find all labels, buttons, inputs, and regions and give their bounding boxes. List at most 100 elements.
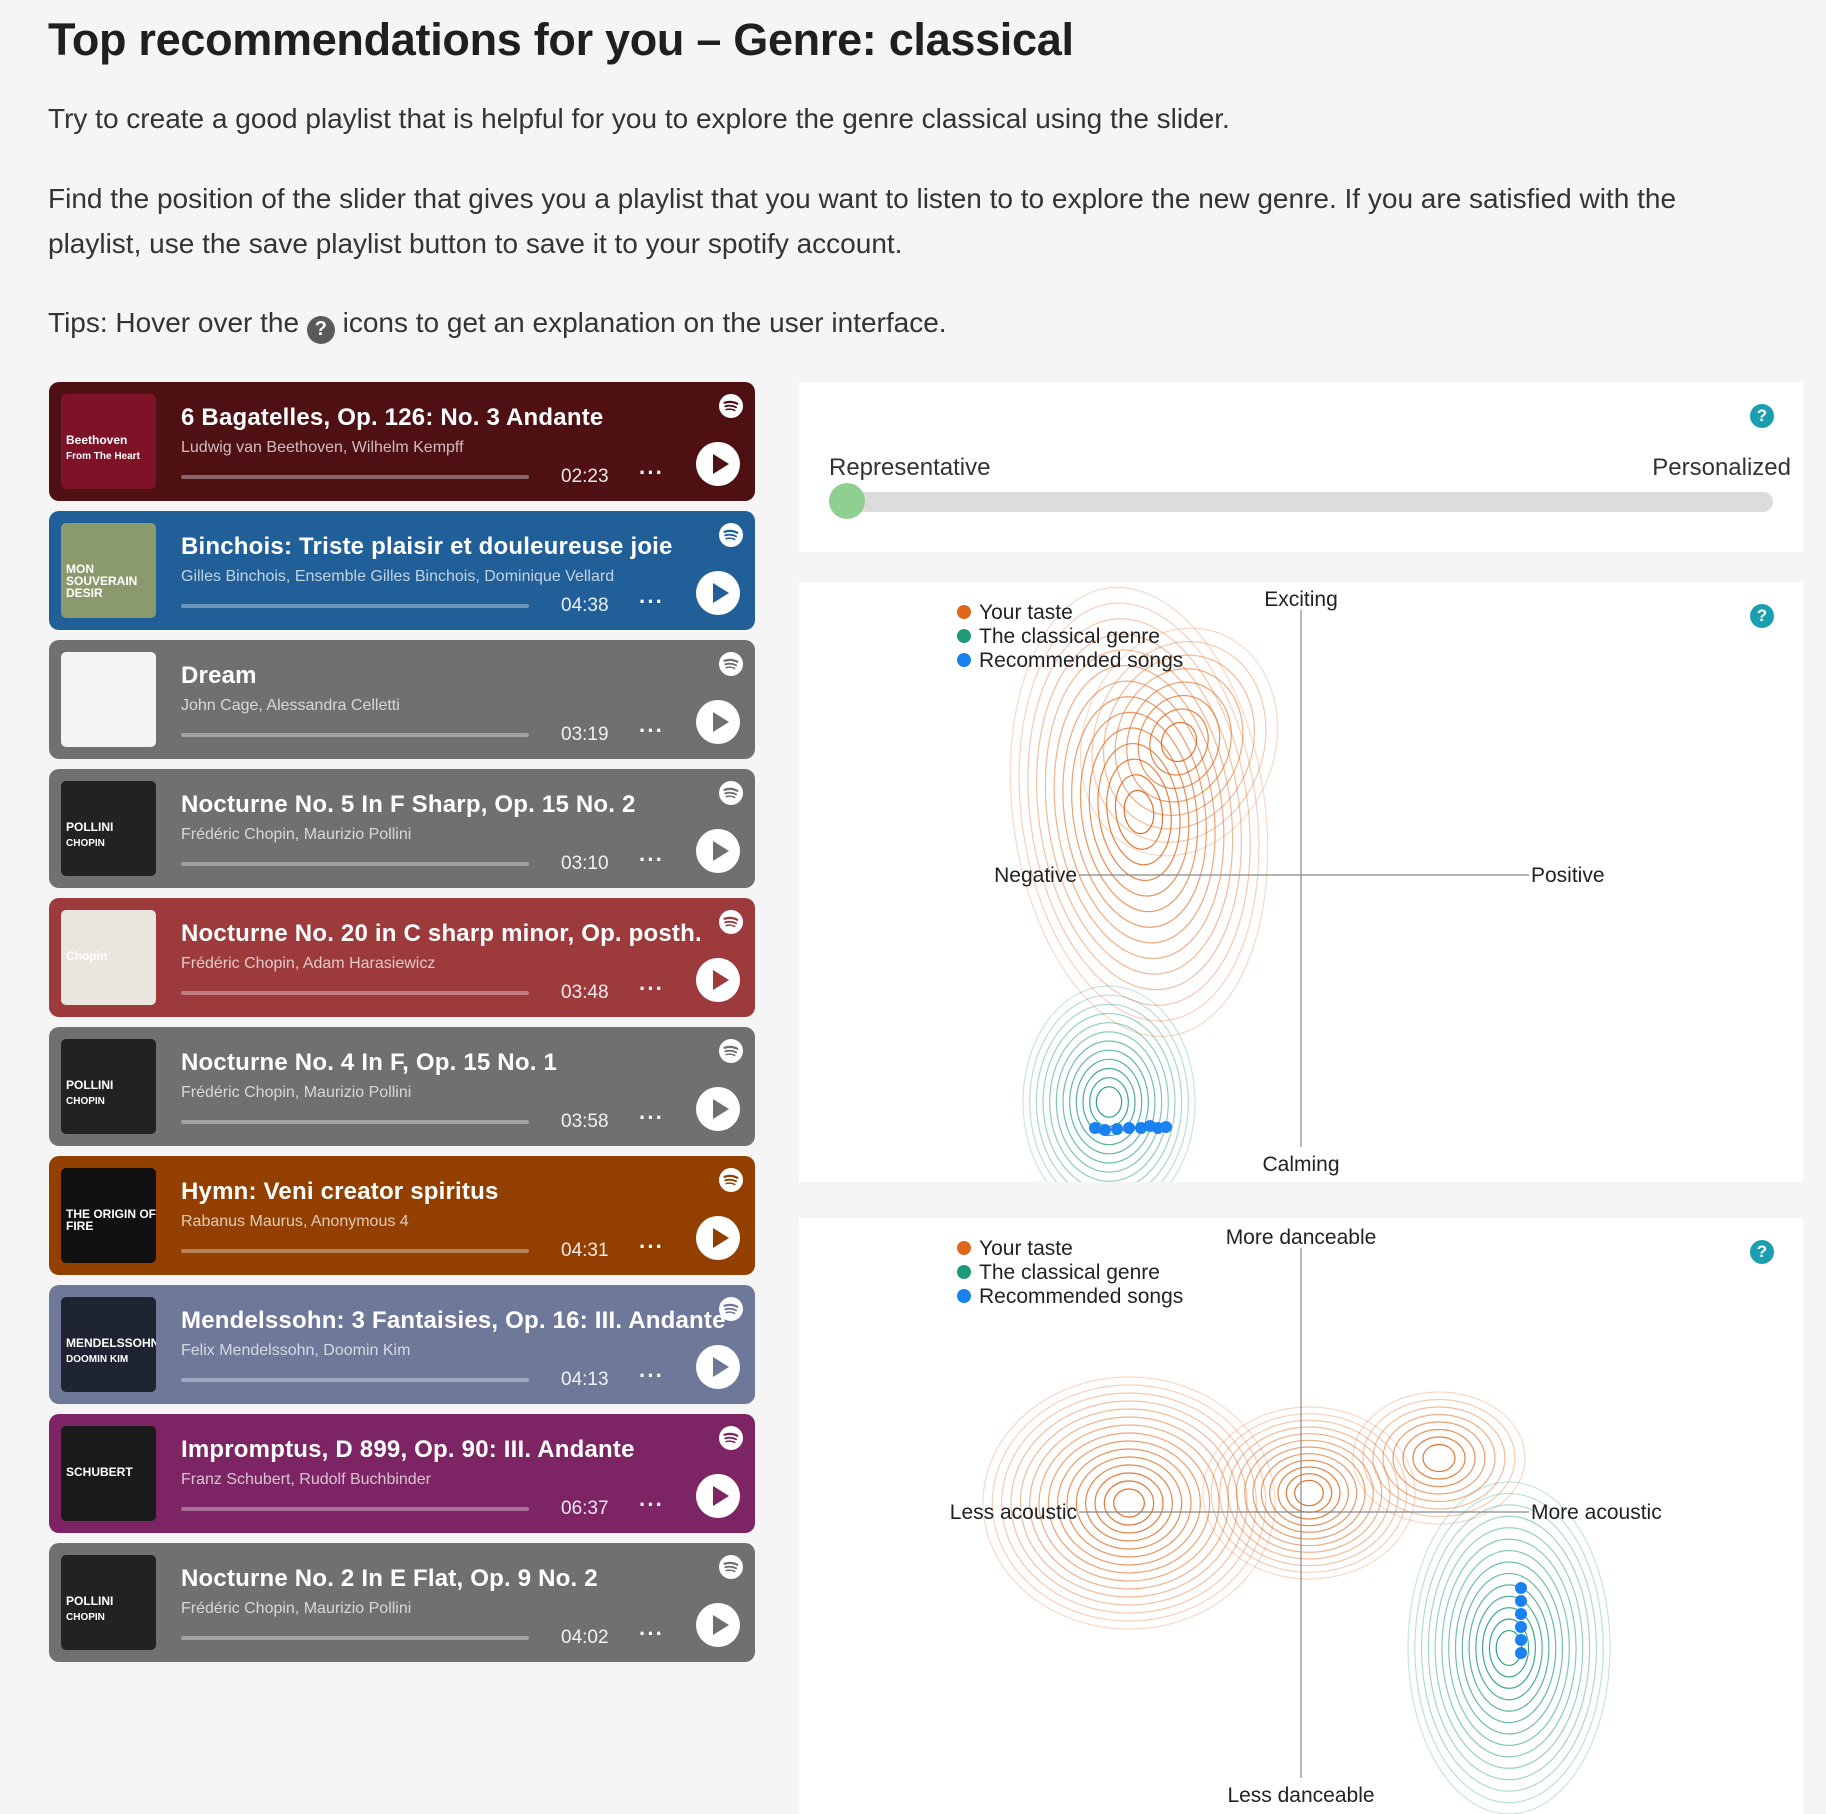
track-card[interactable]: SCHUBERT Impromptus, D 899, Op. 90: III.… [49,1414,755,1533]
spotify-icon[interactable] [719,1168,743,1192]
progress-bar[interactable] [181,1378,529,1382]
track-card[interactable]: Chopin Nocturne No. 20 in C sharp minor,… [49,898,755,1017]
help-icon[interactable]: ? [306,315,335,344]
cover-text: THE ORIGIN OF FIRE [66,1207,156,1233]
track-card[interactable]: POLLINI CHOPIN Nocturne No. 4 In F, Op. … [49,1027,755,1146]
recommended-point [1515,1647,1527,1659]
help-icon[interactable]: ? [1750,404,1774,428]
play-button[interactable] [696,829,740,873]
progress-bar[interactable] [181,475,529,479]
tips-before: Tips: Hover over the [48,307,300,338]
progress-bar[interactable] [181,991,529,995]
taste-contour [1235,1433,1383,1553]
more-options-button[interactable]: ··· [639,460,664,486]
taste-contour [1277,1466,1341,1520]
more-options-button[interactable]: ··· [639,976,664,1002]
track-card[interactable]: Dream John Cage, Alessandra Celletti 03:… [49,640,755,759]
track-card[interactable]: MENDELSSOHN DOOMIN KIM Mendelssohn: 3 Fa… [49,1285,755,1404]
cover-text: Chopin [66,949,108,963]
track-title: Nocturne No. 20 in C sharp minor, Op. po… [181,920,702,947]
track-artist: Frédéric Chopin, Adam Harasiewicz [181,955,436,972]
more-options-button[interactable]: ··· [639,589,664,615]
track-artist: John Cage, Alessandra Celletti [181,697,400,714]
more-options-button[interactable]: ··· [639,847,664,873]
album-cover: POLLINI CHOPIN [61,1039,156,1134]
taste-contour [1053,664,1225,960]
track-duration: 04:38 [561,595,609,616]
recommended-point [1099,1124,1111,1136]
track-card[interactable]: THE ORIGIN OF FIRE Hymn: Veni creator sp… [49,1156,755,1275]
track-duration: 03:48 [561,982,609,1003]
more-options-button[interactable]: ··· [639,1105,664,1131]
progress-bar[interactable] [181,1120,529,1124]
slider-right-label: Personalized [1652,454,1791,481]
taste-contour [1392,1421,1486,1495]
help-icon[interactable]: ? [1750,604,1774,628]
cover-text: POLLINI [66,820,114,834]
track-duration: 04:02 [561,1627,609,1648]
genre-contour [1407,1481,1611,1814]
spotify-icon[interactable] [719,781,743,805]
track-artist: Frédéric Chopin, Maurizio Pollini [181,826,412,843]
spotify-icon[interactable] [719,910,743,934]
play-button[interactable] [696,442,740,486]
recommended-point [1515,1621,1527,1633]
album-cover: POLLINI CHOPIN [61,781,156,876]
legend-label: Recommended songs [979,649,1183,672]
taste-contour [1126,681,1232,803]
legend-label: Your taste [979,601,1073,624]
spotify-icon[interactable] [719,1426,743,1450]
spotify-icon[interactable] [719,1555,743,1579]
progress-bar[interactable] [181,1507,529,1511]
track-card[interactable]: POLLINI CHOPIN Nocturne No. 2 In E Flat,… [49,1543,755,1662]
track-card[interactable]: Beethoven From The Heart 6 Bagatelles, O… [49,382,755,501]
taste-contour [1244,1439,1374,1547]
taste-contour [1085,1464,1173,1542]
play-icon [713,454,729,474]
more-options-button[interactable]: ··· [639,1492,664,1518]
play-button[interactable] [696,1474,740,1518]
play-icon [713,1486,729,1506]
track-card[interactable]: POLLINI CHOPIN Nocturne No. 5 In F Sharp… [49,769,755,888]
play-button[interactable] [696,700,740,744]
taste-contour [1382,1413,1496,1503]
more-options-button[interactable]: ··· [639,1621,664,1647]
cover-subtext: CHOPIN [66,1096,105,1107]
track-list: Beethoven From The Heart 6 Bagatelles, O… [49,382,755,1672]
play-button[interactable] [696,571,740,615]
spotify-icon[interactable] [719,1297,743,1321]
progress-bar[interactable] [181,1249,529,1253]
spotify-icon[interactable] [719,523,743,547]
instructions-text: Find the position of the slider that giv… [48,183,1677,259]
track-title: Dream [181,662,257,689]
spotify-icon[interactable] [719,652,743,676]
track-artist: Frédéric Chopin, Maurizio Pollini [181,1084,412,1101]
slider-track[interactable] [829,492,1773,512]
track-card[interactable]: MON SOUVERAIN DESIR Binchois: Triste pla… [49,511,755,630]
spotify-icon[interactable] [719,1039,743,1063]
track-duration: 03:19 [561,724,609,745]
play-button[interactable] [696,1216,740,1260]
slider-thumb[interactable] [829,483,865,519]
progress-bar[interactable] [181,1636,529,1640]
genre-contour [1049,1022,1169,1182]
play-button[interactable] [696,958,740,1002]
more-options-button[interactable]: ··· [639,1363,664,1389]
progress-bar[interactable] [181,604,529,608]
play-button[interactable] [696,1603,740,1647]
progress-bar[interactable] [181,733,529,737]
taste-contour [1036,633,1242,991]
taste-contour [1412,1436,1466,1480]
play-button[interactable] [696,1345,740,1389]
axis-label-bottom: Calming [1262,1153,1339,1176]
legend-marker [957,1265,971,1279]
progress-bar[interactable] [181,862,529,866]
play-button[interactable] [696,1087,740,1131]
axis-label-right: Positive [1531,864,1605,887]
spotify-icon[interactable] [719,394,743,418]
more-options-button[interactable]: ··· [639,718,664,744]
help-icon[interactable]: ? [1750,1240,1774,1264]
mood-chart: Exciting Calming Negative Positive Your tast… [957,586,1605,1182]
tips-text: Tips: Hover over the ? icons to get an e… [48,300,947,345]
more-options-button[interactable]: ··· [639,1234,664,1260]
